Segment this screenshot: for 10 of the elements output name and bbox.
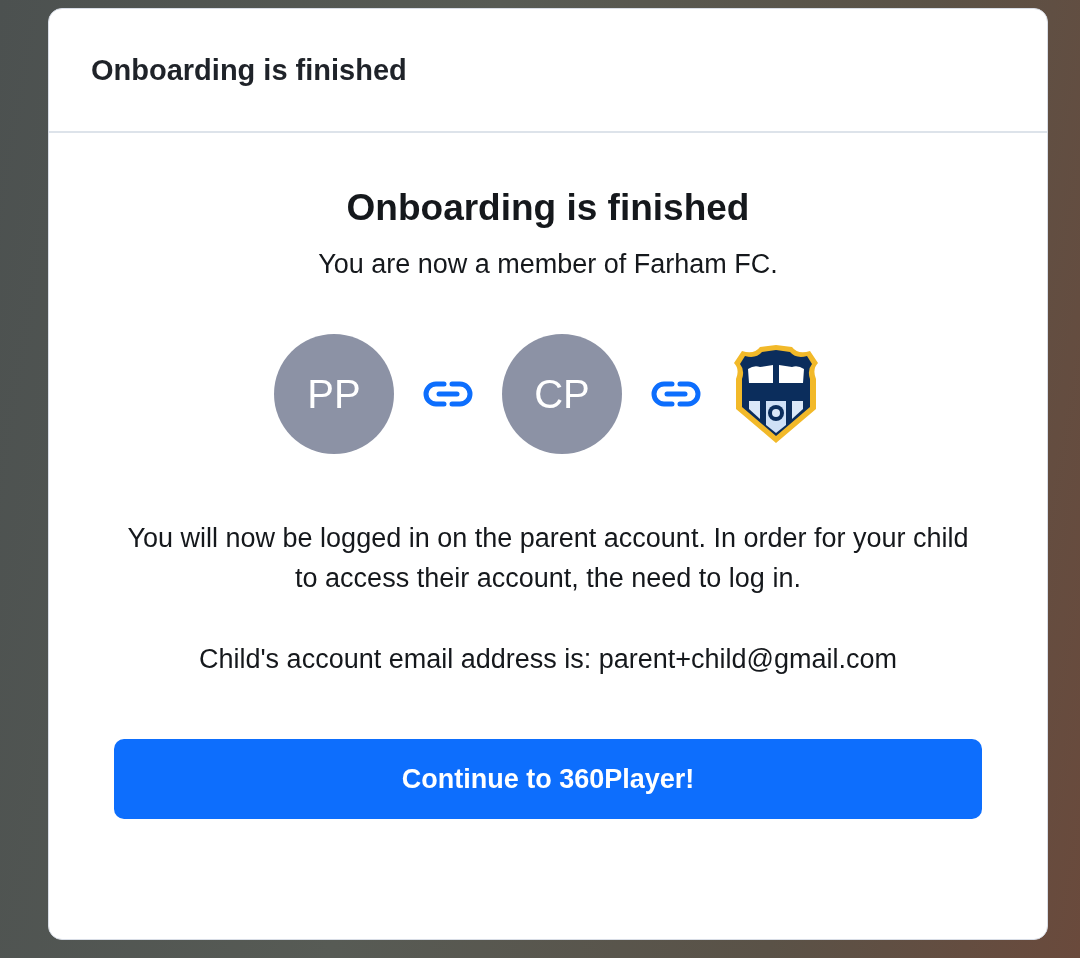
continue-button[interactable]: Continue to 360Player! (114, 739, 982, 819)
link-icon (650, 380, 702, 408)
avatar: PP (274, 334, 394, 454)
subtitle: You are now a member of Farham FC. (318, 249, 778, 280)
link-icon (422, 380, 474, 408)
avatar: CP (502, 334, 622, 454)
dialog-title: Onboarding is finished (91, 53, 407, 87)
email-note: Child's account email address is: parent+child@gmail.com (198, 644, 898, 675)
message: You will now be logged in on the parent account. In order for your child to access their account, the need to log in. (126, 522, 970, 595)
heading: Onboarding is finished (346, 187, 750, 229)
